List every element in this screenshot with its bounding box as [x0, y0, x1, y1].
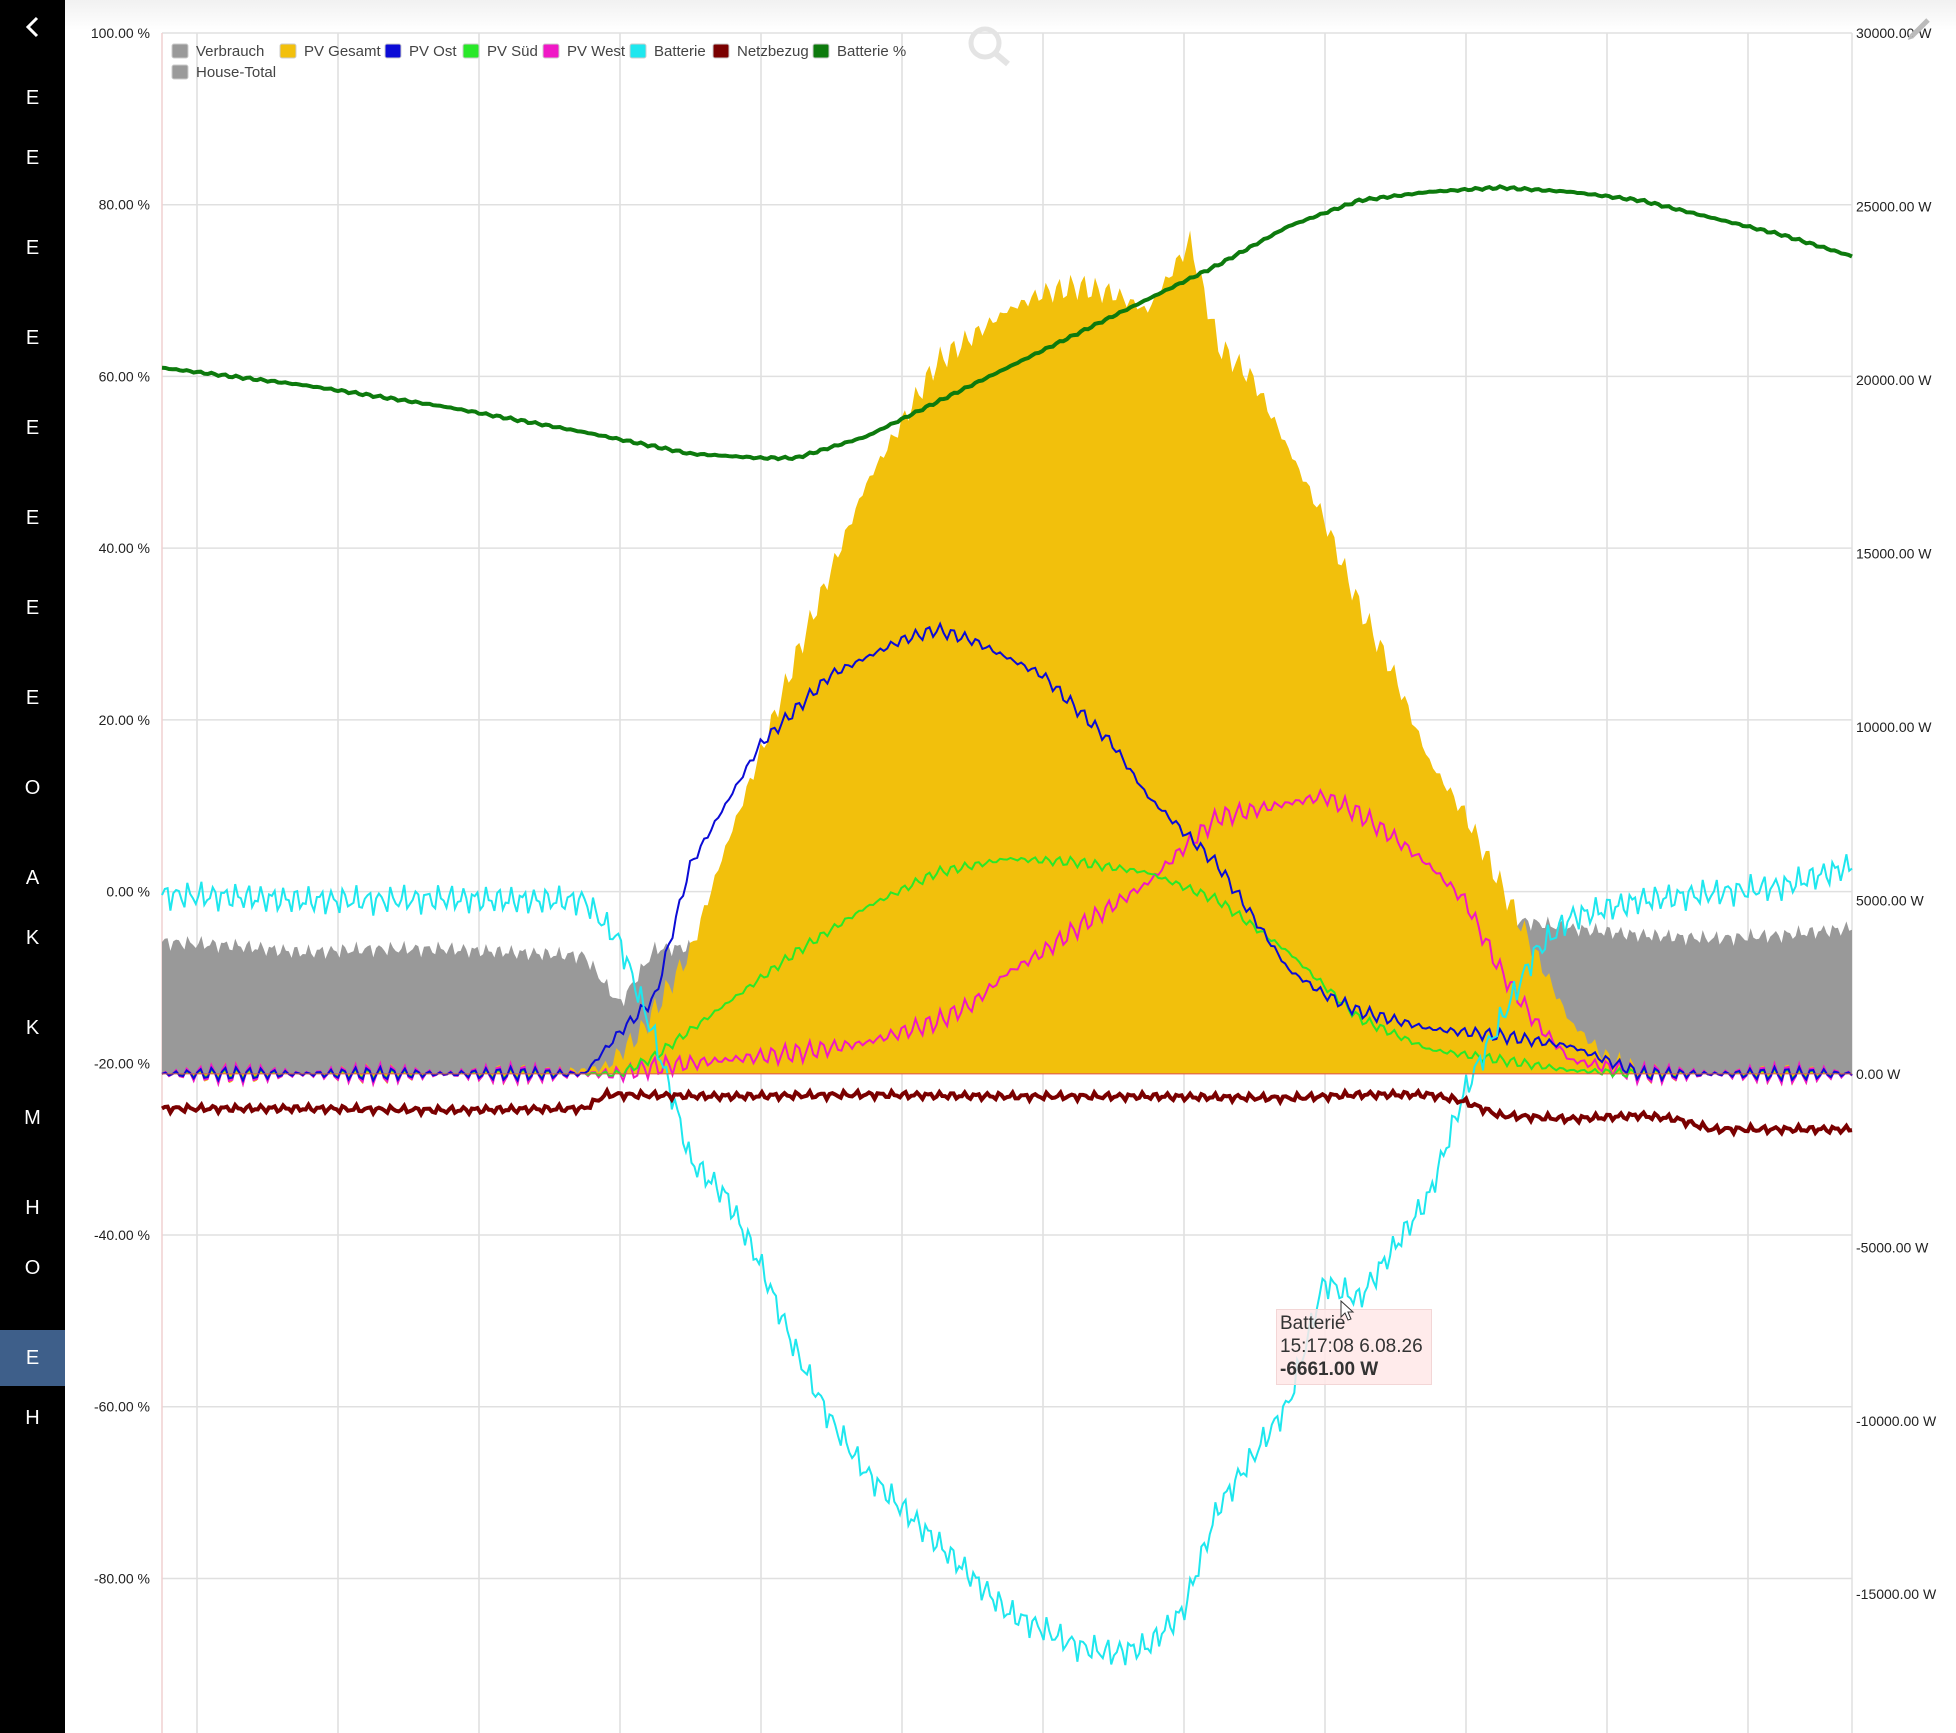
- left-tick-label: 0.00 %: [106, 884, 150, 900]
- left-tick-label: 80.00 %: [99, 197, 150, 213]
- legend-label: Batterie: [654, 43, 706, 60]
- right-tick-label: -15000.00 W: [1856, 1586, 1937, 1602]
- chart: 100.00 % 80.00 % 60.00 % 40.00 % 20.00 % 0.00…: [91, 18, 1937, 1733]
- legend-label: Netzbezug: [737, 43, 809, 60]
- left-tick-label: 60.00 %: [99, 368, 150, 384]
- left-tick-label: 100.00 %: [91, 25, 150, 41]
- legend-label: Batterie %: [837, 43, 906, 60]
- legend-item-netzbezug[interactable]: Netzbezug: [712, 43, 809, 60]
- legend-item-verbrauch[interactable]: Verbrauch: [171, 43, 264, 60]
- legend-label: Verbrauch: [196, 43, 264, 60]
- tooltip-value: -6661.00 W: [1280, 1359, 1379, 1380]
- right-tick-label: 10000.00 W: [1856, 719, 1932, 735]
- legend-swatch: [384, 43, 402, 59]
- legend-item-pv_ost[interactable]: PV Ost: [384, 43, 457, 60]
- left-tick-label: -60.00 %: [94, 1399, 150, 1415]
- legend-item-pv_sued[interactable]: PV Süd: [462, 43, 538, 60]
- legend-item-house_total[interactable]: House-Total: [171, 64, 276, 81]
- chart-series: [161, 184, 1853, 1666]
- left-tick-label: -20.00 %: [94, 1055, 150, 1071]
- legend-swatch: [171, 43, 189, 59]
- right-tick-label: -10000.00 W: [1856, 1413, 1937, 1429]
- mouse-cursor-icon: [1340, 1300, 1355, 1321]
- legend-swatch: [171, 64, 189, 80]
- left-tick-label: 20.00 %: [99, 712, 150, 728]
- chart-legend: Verbrauch PV Gesamt PV Ost PV Süd PV West Bat…: [171, 43, 906, 81]
- left-tick-label: 40.00 %: [99, 540, 150, 556]
- legend-label: House-Total: [196, 64, 276, 81]
- right-tick-label: -5000.00 W: [1856, 1239, 1929, 1255]
- legend-label: PV Ost: [409, 43, 457, 60]
- legend-item-batterie[interactable]: Batterie: [629, 43, 706, 60]
- legend-label: PV Süd: [487, 43, 538, 60]
- right-tick-label: 5000.00 W: [1856, 892, 1924, 908]
- right-tick-label: 15000.00 W: [1856, 545, 1932, 561]
- legend-swatch: [812, 43, 830, 59]
- right-tick-label: 20000.00 W: [1856, 372, 1932, 388]
- legend-swatch: [462, 43, 480, 59]
- legend-swatch: [712, 43, 730, 59]
- right-tick-label: 25000.00 W: [1856, 198, 1932, 214]
- legend-item-batterie_pct[interactable]: Batterie %: [812, 43, 906, 60]
- legend-swatch: [629, 43, 647, 59]
- legend-item-pv_west[interactable]: PV West: [542, 43, 626, 60]
- legend-label: PV Gesamt: [304, 43, 382, 60]
- legend-label: PV West: [567, 43, 626, 60]
- tooltip-time: 15:17:08 6.08.26: [1280, 1336, 1423, 1357]
- right-axis: 30000.00 W25000.00 W20000.00 W15000.00 W…: [1856, 25, 1937, 1602]
- left-tick-label: -40.00 %: [94, 1227, 150, 1243]
- magnifier-icon[interactable]: [968, 26, 1010, 67]
- legend-item-pv_gesamt[interactable]: PV Gesamt: [279, 43, 382, 60]
- series-netzbezug: [161, 1086, 1853, 1138]
- legend-swatch: [542, 43, 560, 59]
- right-tick-label: 0.00 W: [1856, 1066, 1901, 1082]
- legend-swatch: [279, 43, 297, 59]
- left-tick-label: -80.00 %: [94, 1570, 150, 1586]
- left-axis: 100.00 % 80.00 % 60.00 % 40.00 % 20.00 % 0.00…: [91, 25, 150, 1586]
